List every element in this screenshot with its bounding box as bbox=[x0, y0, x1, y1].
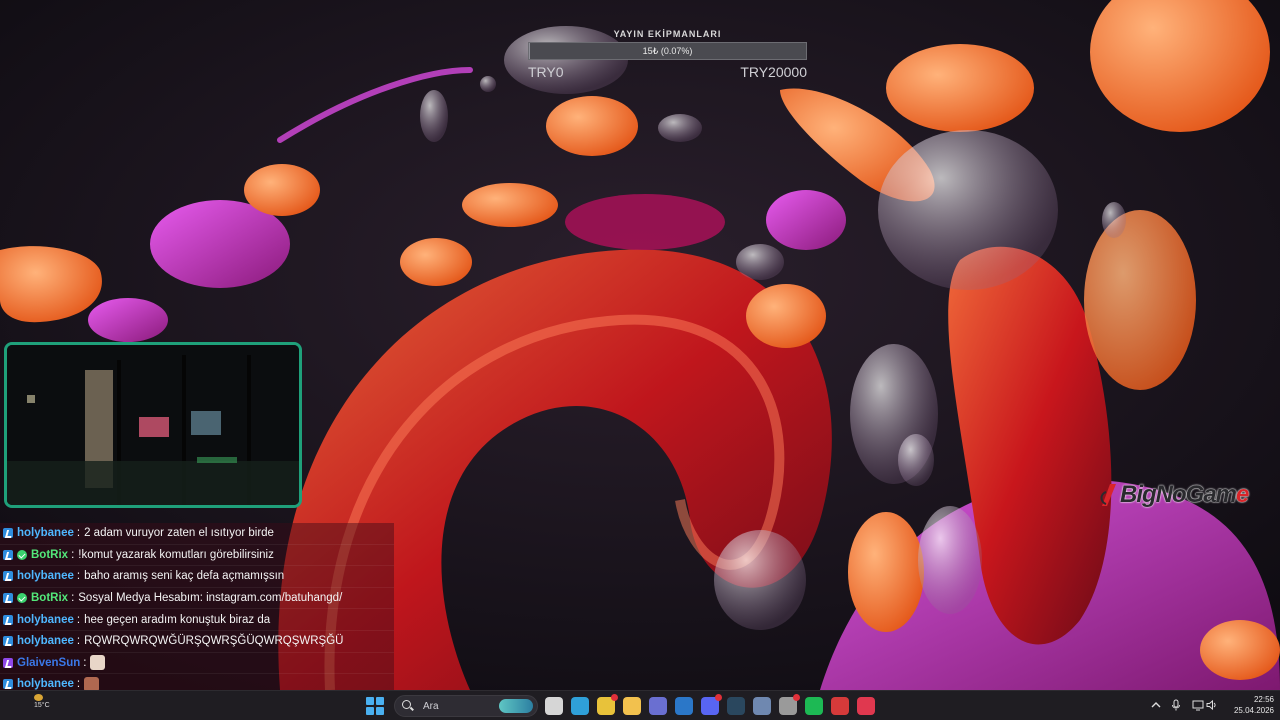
windows-logo-pane bbox=[366, 707, 374, 715]
chat-message-text: baho aramış seni kaç defa açmamışsın bbox=[84, 570, 285, 583]
kick-platform-icon bbox=[3, 528, 13, 539]
discord-icon[interactable] bbox=[701, 694, 722, 715]
chat-message: holybanee: RQWRQWRQWĞÜRŞQWRŞĞÜQWRQŞWRŞĞÜ bbox=[0, 630, 394, 653]
webcam-feed-image bbox=[7, 345, 299, 505]
goal-min-label: TRY0 bbox=[528, 64, 564, 80]
windows-logo-pane bbox=[376, 697, 384, 705]
chat-message: holybanee: baho aramış seni kaç defa açma… bbox=[0, 566, 394, 588]
kick-platform-icon bbox=[3, 549, 13, 560]
twitch-platform-icon bbox=[3, 657, 13, 668]
chat-username: holybanee bbox=[17, 570, 74, 583]
chat-username: GlaivenSun bbox=[17, 656, 81, 669]
verified-badge-icon bbox=[17, 549, 27, 560]
cat-emote-icon bbox=[90, 655, 106, 671]
chat-message-text: !komut yazarak komutları görebilirsiniz bbox=[78, 548, 274, 561]
chat-username: holybanee bbox=[17, 678, 74, 691]
chat-message: BotRix: !komut yazarak komutları görebili… bbox=[0, 544, 394, 567]
chat-separator: : bbox=[76, 527, 81, 540]
app-vivaldi-icon[interactable] bbox=[857, 697, 875, 715]
search-icon bbox=[402, 700, 414, 712]
donation-goal-widget: YAYIN EKİPMANLARI 15₺ (0.07%) TRY0 TRY20… bbox=[528, 29, 807, 81]
weather-temperature: 15°C bbox=[34, 702, 50, 709]
windows-logo-icon bbox=[366, 697, 374, 705]
start-button[interactable] bbox=[366, 697, 384, 715]
app-red-icon[interactable] bbox=[831, 697, 849, 715]
speaker-icon[interactable] bbox=[1206, 699, 1218, 711]
chat-separator: : bbox=[76, 678, 81, 691]
spotify-icon[interactable] bbox=[805, 697, 823, 715]
kick-platform-icon bbox=[3, 636, 13, 647]
display-icon[interactable] bbox=[1192, 699, 1204, 711]
brand-accent-letter: e bbox=[1236, 481, 1249, 508]
chevron-up-icon[interactable] bbox=[1150, 699, 1162, 711]
mail-icon[interactable] bbox=[675, 697, 693, 715]
chat-message-text: RQWRQWRQWĞÜRŞQWRŞĞÜQWRQŞWRŞĞÜ bbox=[84, 635, 344, 648]
chat-separator: : bbox=[76, 570, 81, 583]
brand-watermark: BigNoGame bbox=[1098, 479, 1273, 511]
chat-message: GlaivenSun: bbox=[0, 652, 394, 675]
chat-message-text: hee geçen aradım konuştuk biraz da bbox=[84, 613, 271, 626]
search-placeholder: Ara bbox=[423, 700, 439, 712]
kick-platform-icon bbox=[3, 679, 13, 690]
taskbar-search[interactable]: Ara bbox=[394, 695, 538, 717]
search-highlight-icon bbox=[499, 699, 533, 713]
kick-platform-icon bbox=[3, 614, 13, 625]
chat-separator: : bbox=[83, 656, 87, 669]
chat-separator: : bbox=[71, 548, 75, 561]
task-view-icon[interactable] bbox=[545, 697, 563, 715]
chat-username: holybanee bbox=[17, 613, 74, 626]
edge-icon[interactable] bbox=[571, 697, 589, 715]
chrome-icon[interactable] bbox=[597, 694, 618, 715]
kick-platform-icon bbox=[3, 571, 13, 582]
brand-name: BigNoGame bbox=[1120, 481, 1249, 508]
clock-time: 22:56 bbox=[1253, 695, 1274, 704]
chat-message: holybanee:2 adam vuruyor zaten el ısıtıy… bbox=[0, 523, 394, 545]
kick-platform-icon bbox=[3, 593, 13, 604]
chat-message: holybanee: hee geçen aradım konuştuk bira… bbox=[0, 609, 394, 631]
steam-icon[interactable] bbox=[727, 697, 745, 715]
chat-username: holybanee bbox=[17, 635, 74, 648]
taskbar: 15°C Ara 22:56 25.04.2026 bbox=[0, 690, 1280, 720]
chat-message-text: 2 adam vuruyor zaten el ısıtıyor birde bbox=[84, 527, 274, 540]
chat-message-text: Sosyal Medya Hesabım: instagram.com/batu… bbox=[78, 592, 343, 605]
chat-overlay: holybanee:2 adam vuruyor zaten el ısıtıy… bbox=[0, 523, 394, 718]
chat-separator: : bbox=[76, 613, 81, 626]
obs-icon[interactable] bbox=[779, 694, 800, 715]
chat-username: BotRix bbox=[31, 592, 69, 605]
file-explorer-icon[interactable] bbox=[623, 697, 641, 715]
weather-icon bbox=[34, 694, 43, 701]
chat-separator: : bbox=[76, 635, 81, 648]
chat-username: BotRix bbox=[31, 548, 69, 561]
weather-widget[interactable]: 15°C bbox=[34, 694, 50, 709]
chat-message: BotRix: Sosyal Medya Hesabım: instagram.c… bbox=[0, 587, 394, 610]
system-clock[interactable]: 22:56 25.04.2026 bbox=[1230, 694, 1274, 716]
goal-max-label: TRY20000 bbox=[740, 64, 807, 80]
goal-progress-bar: 15₺ (0.07%) bbox=[528, 42, 807, 60]
goal-progress-text: 15₺ (0.07%) bbox=[642, 46, 693, 56]
windows-logo-pane bbox=[376, 707, 384, 715]
goal-title: YAYIN EKİPMANLARI bbox=[613, 29, 722, 39]
webcam-overlay bbox=[4, 342, 302, 508]
teams-icon[interactable] bbox=[649, 697, 667, 715]
brand-logo-icon bbox=[1100, 484, 1116, 506]
app-circle-icon[interactable] bbox=[753, 697, 771, 715]
chat-separator: : bbox=[71, 592, 75, 605]
chat-username: holybanee bbox=[17, 527, 74, 540]
microphone-icon[interactable] bbox=[1170, 699, 1182, 711]
verified-badge-icon bbox=[17, 593, 27, 604]
clock-date: 25.04.2026 bbox=[1233, 706, 1274, 715]
